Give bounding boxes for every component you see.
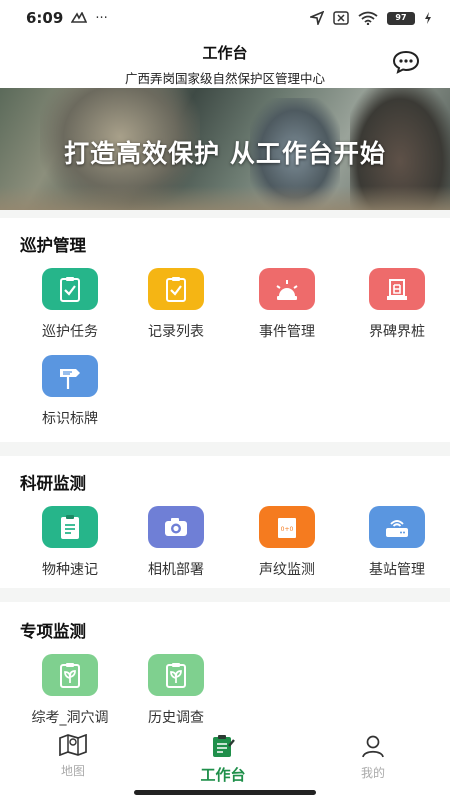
grid-item-label: 历史调查 xyxy=(148,710,204,726)
tab-label: 地图 xyxy=(60,764,85,778)
grid-item-clipboard-check[interactable]: 巡护任务 xyxy=(20,268,120,341)
section-title: 专项监测 xyxy=(20,622,86,641)
router-icon xyxy=(369,506,425,548)
charging-icon xyxy=(425,12,431,24)
banner-slogan: 打造高效保护 从工作台开始 xyxy=(64,139,386,168)
sound-recorder-icon: 0+0 xyxy=(259,506,315,548)
boundary-marker-icon xyxy=(369,268,425,310)
grid-item-label: 记录列表 xyxy=(148,324,204,340)
grid-item-alarm-light[interactable]: 事件管理 xyxy=(237,268,337,341)
section-title: 科研监测 xyxy=(20,474,86,493)
page-subtitle: 广西弄岗国家级自然保护区管理中心 xyxy=(124,71,325,86)
grid-item-label: 综考_洞穴调 xyxy=(31,710,109,726)
tab-workbench[interactable]: 工作台 xyxy=(173,734,273,785)
grid-item-label: 标识标牌 xyxy=(42,411,98,427)
status-bar: 6:09 ··· 97 xyxy=(0,0,450,36)
message-icon[interactable] xyxy=(392,50,420,74)
grid-item-label: 声纹监测 xyxy=(259,562,315,578)
svg-text:0+0: 0+0 xyxy=(281,526,294,533)
notification-icon xyxy=(71,12,88,23)
wifi-icon xyxy=(358,11,378,25)
camera-icon xyxy=(148,506,204,548)
grid-item-label: 事件管理 xyxy=(259,324,315,340)
clipboard-icon xyxy=(213,735,235,757)
grid-item-label: 界碑界桩 xyxy=(369,324,425,340)
page-title: 工作台 xyxy=(202,44,248,62)
grid-item-plant-clipboard[interactable]: 历史调查 xyxy=(126,654,226,727)
grid-item-router[interactable]: 基站管理 xyxy=(347,506,447,579)
home-indicator[interactable] xyxy=(134,790,316,795)
clipboard-edit-icon xyxy=(42,506,98,548)
grid-item-label: 相机部署 xyxy=(148,562,204,578)
banner-image[interactable]: 打造高效保护 从工作台开始 xyxy=(0,88,450,210)
signpost-icon xyxy=(42,355,98,397)
grid-item-boundary-marker[interactable]: 界碑界桩 xyxy=(347,268,447,341)
location-arrow-icon xyxy=(310,11,324,25)
tab-profile[interactable]: 我的 xyxy=(323,734,423,781)
grid-item-clipboard-check[interactable]: 记录列表 xyxy=(126,268,226,341)
status-dots: ··· xyxy=(95,10,108,26)
grid-item-sound-recorder[interactable]: 0+0 声纹监测 xyxy=(237,506,337,579)
status-time: 6:09 xyxy=(26,9,64,27)
tab-label: 我的 xyxy=(360,766,385,780)
plant-clipboard-icon xyxy=(42,654,98,696)
section-title: 巡护管理 xyxy=(20,236,86,255)
battery-icon: 97 xyxy=(387,11,415,25)
plant-clipboard-icon xyxy=(148,654,204,696)
no-sim-icon xyxy=(333,11,349,25)
app-header: 工作台 广西弄岗国家级自然保护区管理中心 xyxy=(0,36,450,88)
grid-item-clipboard-edit[interactable]: 物种速记 xyxy=(20,506,120,579)
grid-item-label: 物种速记 xyxy=(42,562,98,578)
tab-map[interactable]: 地图 xyxy=(23,733,123,779)
clipboard-check-icon xyxy=(42,268,98,310)
grid-item-label: 巡护任务 xyxy=(42,324,98,340)
clipboard-check-icon xyxy=(148,268,204,310)
grid-item-camera[interactable]: 相机部署 xyxy=(126,506,226,579)
user-icon xyxy=(362,735,384,758)
grid-item-signpost[interactable]: 标识标牌 xyxy=(20,355,120,428)
grid-item-label: 基站管理 xyxy=(369,562,425,578)
map-icon xyxy=(59,733,87,757)
alarm-light-icon xyxy=(259,268,315,310)
grid-item-plant-clipboard[interactable]: 综考_洞穴调 xyxy=(20,654,120,727)
tab-label: 工作台 xyxy=(200,766,246,784)
